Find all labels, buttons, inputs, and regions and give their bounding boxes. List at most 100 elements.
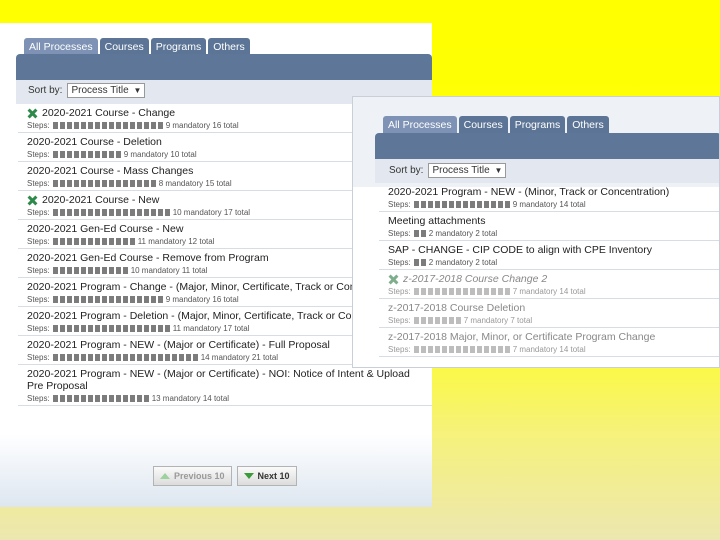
process-title[interactable]: 2020-2021 Gen-Ed Course - New xyxy=(27,223,183,235)
process-title[interactable]: z-2017-2018 Course Deletion xyxy=(388,302,525,314)
process-title[interactable]: 2020-2021 Course - Change xyxy=(42,107,175,119)
steps-progress xyxy=(52,121,163,129)
steps-row: Steps: 7 mandatory 14 total xyxy=(388,286,715,296)
process-title[interactable]: 2020-2021 Course - New xyxy=(42,194,159,206)
header-bar xyxy=(16,54,432,80)
steps-label: Steps: xyxy=(27,178,50,188)
steps-label: Steps: xyxy=(388,344,411,354)
steps-label: Steps: xyxy=(388,315,411,325)
process-title[interactable]: 2020-2021 Program - NEW - (Major or Cert… xyxy=(27,339,330,351)
process-title[interactable]: 2020-2021 Program - NEW - (Major or Cert… xyxy=(27,368,426,392)
steps-count: 7 mandatory 7 total xyxy=(463,315,533,325)
sort-label: Sort by: xyxy=(28,85,63,96)
next-label: Next 10 xyxy=(257,471,290,481)
process-item[interactable]: z-2017-2018 Course Deletion Steps: 7 manda… xyxy=(379,299,719,328)
steps-count: 9 mandatory 16 total xyxy=(165,294,239,304)
steps-count: 9 mandatory 16 total xyxy=(165,120,239,130)
pager: Previous 10 Next 10 xyxy=(153,466,297,486)
process-title[interactable]: z-2017-2018 Course Change 2 xyxy=(403,273,547,285)
steps-label: Steps: xyxy=(27,323,50,333)
right-window: All Processes Courses Programs Others So… xyxy=(352,96,720,368)
steps-progress xyxy=(52,237,135,245)
steps-progress xyxy=(413,200,510,208)
process-item[interactable]: Meeting attachments Steps: 2 mandatory 2 t… xyxy=(379,212,719,241)
sort-select[interactable]: Process Title ▼ xyxy=(428,163,507,178)
x-icon xyxy=(27,108,38,119)
steps-label: Steps: xyxy=(27,149,50,159)
sort-select[interactable]: Process Title ▼ xyxy=(67,83,146,98)
arrow-down-icon xyxy=(243,473,254,479)
steps-count: 9 mandatory 14 total xyxy=(512,199,586,209)
steps-progress xyxy=(52,295,163,303)
process-title-row: z-2017-2018 Major, Minor, or Certificate… xyxy=(388,331,715,343)
steps-label: Steps: xyxy=(388,199,411,209)
steps-progress xyxy=(52,208,170,216)
steps-label: Steps: xyxy=(27,294,50,304)
sort-value: Process Title xyxy=(432,165,490,176)
process-item[interactable]: SAP - CHANGE - CIP CODE to align with CP… xyxy=(379,241,719,270)
steps-count: 11 mandatory 12 total xyxy=(137,236,215,246)
steps-count: 13 mandatory 14 total xyxy=(151,393,230,403)
sort-row: Sort by: Process Title ▼ xyxy=(389,163,507,178)
steps-count: 7 mandatory 14 total xyxy=(512,344,586,354)
process-title-row: SAP - CHANGE - CIP CODE to align with CP… xyxy=(388,244,715,256)
process-title-row: 2020-2021 Program - NEW - (Minor, Track … xyxy=(388,186,715,198)
steps-progress xyxy=(52,353,198,361)
steps-count: 2 mandatory 2 total xyxy=(428,257,498,267)
steps-label: Steps: xyxy=(27,236,50,246)
steps-progress xyxy=(413,287,510,295)
steps-count: 14 mandatory 21 total xyxy=(200,352,279,362)
process-title[interactable]: 2020-2021 Program - Deletion - (Major, M… xyxy=(27,310,407,322)
steps-progress xyxy=(52,179,156,187)
process-title[interactable]: Meeting attachments xyxy=(388,215,485,227)
previous-button[interactable]: Previous 10 xyxy=(153,466,232,486)
process-title-row: Meeting attachments xyxy=(388,215,715,227)
steps-progress xyxy=(52,394,149,402)
header-bar xyxy=(375,133,719,159)
steps-progress xyxy=(413,258,426,266)
steps-progress xyxy=(52,324,170,332)
sort-label: Sort by: xyxy=(389,165,424,176)
process-title[interactable]: z-2017-2018 Major, Minor, or Certificate… xyxy=(388,331,655,343)
steps-progress xyxy=(52,266,128,274)
steps-row: Steps: 13 mandatory 14 total xyxy=(27,393,426,403)
steps-count: 2 mandatory 2 total xyxy=(428,228,498,238)
steps-progress xyxy=(413,316,461,324)
process-item[interactable]: z-2017-2018 Course Change 2 Steps: 7 manda… xyxy=(379,270,719,299)
steps-row: Steps: 2 mandatory 2 total xyxy=(388,257,715,267)
next-button[interactable]: Next 10 xyxy=(236,466,297,486)
process-title[interactable]: 2020-2021 Course - Mass Changes xyxy=(27,165,193,177)
steps-count: 7 mandatory 14 total xyxy=(512,286,586,296)
steps-row: Steps: 2 mandatory 2 total xyxy=(388,228,715,238)
process-item[interactable]: 2020-2021 Program - NEW - (Major or Cert… xyxy=(18,365,432,406)
process-title[interactable]: 2020-2021 Program - Change - (Major, Min… xyxy=(27,281,405,293)
steps-label: Steps: xyxy=(27,120,50,130)
previous-label: Previous 10 xyxy=(174,471,225,481)
process-title-row: z-2017-2018 Course Change 2 xyxy=(388,273,715,285)
steps-row: Steps: 7 mandatory 14 total xyxy=(388,344,715,354)
chevron-down-icon: ▼ xyxy=(494,166,503,175)
steps-count: 10 mandatory 17 total xyxy=(172,207,251,217)
steps-count: 10 mandatory 11 total xyxy=(130,265,208,275)
steps-row: Steps: 9 mandatory 14 total xyxy=(388,199,715,209)
process-title-row: 2020-2021 Program - NEW - (Major or Cert… xyxy=(27,368,426,392)
sort-value: Process Title xyxy=(71,85,129,96)
steps-count: 11 mandatory 17 total xyxy=(172,323,250,333)
process-title-row: z-2017-2018 Course Deletion xyxy=(388,302,715,314)
process-title[interactable]: SAP - CHANGE - CIP CODE to align with CP… xyxy=(388,244,652,256)
steps-label: Steps: xyxy=(388,228,411,238)
process-title[interactable]: 2020-2021 Program - NEW - (Minor, Track … xyxy=(388,186,669,198)
process-title[interactable]: 2020-2021 Course - Deletion xyxy=(27,136,162,148)
process-item[interactable]: 2020-2021 Program - NEW - (Minor, Track … xyxy=(379,183,719,212)
steps-label: Steps: xyxy=(27,393,50,403)
steps-count: 8 mandatory 15 total xyxy=(158,178,232,188)
sort-row: Sort by: Process Title ▼ xyxy=(28,83,146,98)
process-list: 2020-2021 Program - NEW - (Minor, Track … xyxy=(379,183,719,357)
steps-progress xyxy=(413,345,510,353)
steps-label: Steps: xyxy=(27,352,50,362)
process-title[interactable]: 2020-2021 Gen-Ed Course - Remove from Pr… xyxy=(27,252,269,264)
chevron-down-icon: ▼ xyxy=(133,86,142,95)
steps-progress xyxy=(52,150,121,158)
process-item[interactable]: z-2017-2018 Major, Minor, or Certificate… xyxy=(379,328,719,357)
steps-label: Steps: xyxy=(388,257,411,267)
